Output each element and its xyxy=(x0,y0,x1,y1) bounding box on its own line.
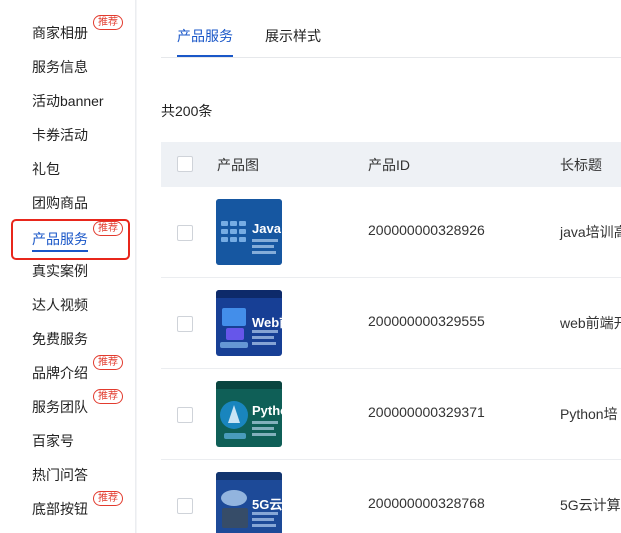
total-count: 共200条 xyxy=(161,103,213,119)
sidebar-item-label: 卡券活动 xyxy=(32,127,88,143)
sidebar-item-label: 免费服务 xyxy=(32,331,88,347)
table-row: Web前 200000000329555 web前端开 xyxy=(161,278,621,369)
sidebar-item-label: 团购商品 xyxy=(32,195,88,211)
sidebar-item-baijiahao[interactable]: 百家号 xyxy=(32,429,74,453)
sidebar-item-gift[interactable]: 礼包 xyxy=(32,157,60,181)
product-title: Python培 xyxy=(560,406,618,422)
tab-display-style[interactable]: 展示样式 xyxy=(265,26,321,46)
sidebar-item-label: 产品服务 xyxy=(32,229,88,252)
sidebar-item-brand[interactable]: 品牌介绍 推荐 xyxy=(32,355,123,385)
thumbnail-caption: 5G云计 xyxy=(252,497,282,512)
thumbnail-caption: Web前 xyxy=(252,315,282,330)
product-title: java培训高 xyxy=(560,224,621,240)
sidebar-item-label: 服务信息 xyxy=(32,59,88,75)
tab-product-service[interactable]: 产品服务 xyxy=(177,26,233,46)
recommend-badge: 推荐 xyxy=(93,491,123,506)
recommend-badge: 推荐 xyxy=(93,221,123,236)
thumbnail-caption: Pytho xyxy=(252,403,282,418)
sidebar-item-label: 品牌介绍 xyxy=(32,365,88,381)
sidebar-item-cases[interactable]: 真实案例 xyxy=(32,259,88,283)
sidebar-item-label: 活动banner xyxy=(32,93,104,109)
sidebar-item-videos[interactable]: 达人视频 xyxy=(32,293,88,317)
sidebar-item-label: 礼包 xyxy=(32,161,60,177)
recommend-badge: 推荐 xyxy=(93,389,123,404)
sidebar-item-group-buy[interactable]: 团购商品 xyxy=(32,191,88,215)
table-row: Java 200000000328926 java培训高 xyxy=(161,187,621,278)
recommend-badge: 推荐 xyxy=(93,355,123,370)
product-id: 200000000329555 xyxy=(368,313,485,329)
sidebar-nav: 商家相册 推荐 服务信息 活动banner 卡券活动 礼包 团购商品 产品服务 … xyxy=(0,0,136,533)
select-all-checkbox[interactable] xyxy=(177,156,193,172)
sidebar-item-banner[interactable]: 活动banner xyxy=(32,89,104,113)
sidebar-item-label: 商家相册 xyxy=(32,25,88,41)
sidebar-item-free-service[interactable]: 免费服务 xyxy=(32,327,88,351)
product-thumbnail: Java xyxy=(216,199,282,265)
product-id: 200000000328768 xyxy=(368,495,485,511)
product-id: 200000000328926 xyxy=(368,222,485,238)
sidebar-item-service-info[interactable]: 服务信息 xyxy=(32,55,88,79)
sidebar-item-faq[interactable]: 热门问答 xyxy=(32,463,88,487)
sidebar-item-label: 达人视频 xyxy=(32,297,88,313)
product-title: 5G云计算 xyxy=(560,497,621,513)
active-tab-indicator xyxy=(177,55,233,57)
row-checkbox[interactable] xyxy=(177,407,193,423)
sidebar-item-label: 百家号 xyxy=(32,433,74,449)
table-row: Pytho 200000000329371 Python培 xyxy=(161,369,621,460)
sidebar-item-album[interactable]: 商家相册 推荐 xyxy=(32,15,123,45)
product-title: web前端开 xyxy=(560,315,621,331)
sidebar-item-bottom-button[interactable]: 底部按钮 推荐 xyxy=(32,491,123,521)
sidebar-item-product-service[interactable]: 产品服务 推荐 xyxy=(32,221,123,252)
sidebar-item-label: 热门问答 xyxy=(32,467,88,483)
column-header-image: 产品图 xyxy=(217,157,259,173)
sidebar-item-label: 底部按钮 xyxy=(32,501,88,517)
product-thumbnail: 5G云计 xyxy=(216,472,282,533)
table-header: 产品图 产品ID 长标题 xyxy=(161,142,621,187)
sidebar-item-label: 真实案例 xyxy=(32,263,88,279)
column-header-title: 长标题 xyxy=(560,157,602,173)
sidebar-item-coupon[interactable]: 卡券活动 xyxy=(32,123,88,147)
row-checkbox[interactable] xyxy=(177,316,193,332)
product-thumbnail: Pytho xyxy=(216,381,282,447)
main-panel: 产品服务 展示样式 共200条 产品图 产品ID 长标题 Java 200000… xyxy=(137,0,621,533)
sidebar-item-label: 服务团队 xyxy=(32,399,88,415)
product-table: 产品图 产品ID 长标题 Java 200000000328926 java培训… xyxy=(161,142,621,533)
tab-bar: 产品服务 展示样式 xyxy=(161,0,621,58)
sidebar-item-team[interactable]: 服务团队 推荐 xyxy=(32,389,123,419)
row-checkbox[interactable] xyxy=(177,498,193,514)
table-row: 5G云计 200000000328768 5G云计算 xyxy=(161,460,621,533)
recommend-badge: 推荐 xyxy=(93,15,123,30)
product-id: 200000000329371 xyxy=(368,404,485,420)
row-checkbox[interactable] xyxy=(177,225,193,241)
product-thumbnail: Web前 xyxy=(216,290,282,356)
thumbnail-caption: Java xyxy=(252,221,281,236)
column-header-id: 产品ID xyxy=(368,157,410,173)
